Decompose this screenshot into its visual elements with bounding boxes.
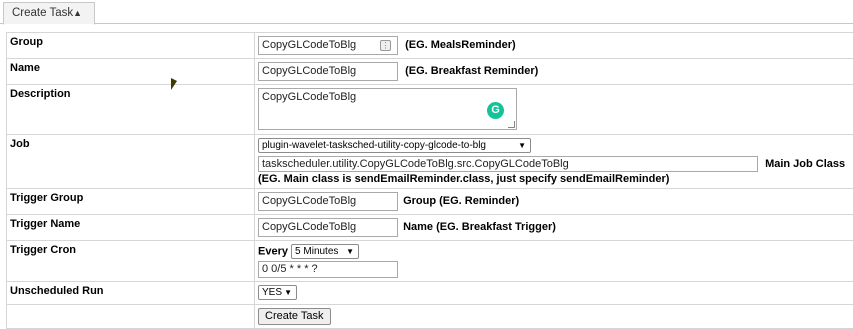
group-label: Group <box>7 33 255 59</box>
description-textarea[interactable]: CopyGLCodeToBlg G <box>258 88 517 130</box>
job-label: Job <box>7 135 255 189</box>
trigger-cron-label: Trigger Cron <box>7 241 255 282</box>
mouse-cursor-icon <box>171 78 177 90</box>
unscheduled-run-select[interactable]: YES▼ <box>258 285 297 300</box>
create-task-button[interactable]: Create Task <box>258 308 331 325</box>
unscheduled-run-value: YES <box>262 287 282 298</box>
cron-input[interactable]: 0 0/5 * * * ? <box>258 261 398 278</box>
group-hint: (EG. MealsReminder) <box>405 39 516 51</box>
tab-label: Create Task <box>12 7 73 19</box>
row-trigger-cron: Trigger Cron Every 5 Minutes ▼ 0 0/5 * * … <box>7 241 853 282</box>
chevron-down-icon: ▼ <box>518 139 526 152</box>
interval-select[interactable]: 5 Minutes ▼ <box>291 244 359 259</box>
interval-value: 5 Minutes <box>295 246 338 257</box>
description-label: Description <box>7 85 255 135</box>
unscheduled-run-label: Unscheduled Run <box>7 282 255 305</box>
row-description: Description CopyGLCodeToBlg G <box>7 85 853 135</box>
every-label: Every <box>258 245 288 257</box>
key-icon[interactable]: ⋮ <box>380 40 391 51</box>
job-select[interactable]: plugin-wavelet-tasksched-utility-copy-gl… <box>258 138 531 153</box>
row-job: Job plugin-wavelet-tasksched-utility-cop… <box>7 135 853 189</box>
row-unscheduled-run: Unscheduled Run YES▼ <box>7 282 853 305</box>
chevron-down-icon: ▼ <box>284 286 292 299</box>
main-job-class-input[interactable]: taskscheduler.utility.CopyGLCodeToBlg.sr… <box>258 156 758 172</box>
row-submit: Create Task <box>7 305 853 329</box>
job-select-value: plugin-wavelet-tasksched-utility-copy-gl… <box>262 140 486 151</box>
trigger-group-hint: Group (EG. Reminder) <box>403 195 519 207</box>
chevron-down-icon: ▼ <box>346 245 354 258</box>
name-label: Name <box>7 59 255 85</box>
tab-bar: Create Task▲ <box>0 0 853 24</box>
row-name: Name CopyGLCodeToBlg (EG. Breakfast Remi… <box>7 59 853 85</box>
trigger-name-input[interactable]: CopyGLCodeToBlg <box>258 218 398 237</box>
job-hint: (EG. Main class is sendEmailReminder.cla… <box>258 173 851 185</box>
row-trigger-name: Trigger Name CopyGLCodeToBlg Name (EG. B… <box>7 215 853 241</box>
trigger-group-label: Trigger Group <box>7 189 255 215</box>
trigger-name-hint: Name (EG. Breakfast Trigger) <box>403 221 556 233</box>
name-input[interactable]: CopyGLCodeToBlg <box>258 62 398 81</box>
group-input[interactable]: CopyGLCodeToBlg ⋮ <box>258 36 398 55</box>
name-hint: (EG. Breakfast Reminder) <box>405 65 538 77</box>
group-input-value: CopyGLCodeToBlg <box>262 39 356 51</box>
create-task-form: Group CopyGLCodeToBlg ⋮ (EG. MealsReminde… <box>6 32 853 329</box>
main-job-class-label: Main Job Class <box>765 158 845 170</box>
trigger-group-input[interactable]: CopyGLCodeToBlg <box>258 192 398 211</box>
row-trigger-group: Trigger Group CopyGLCodeToBlg Group (EG.… <box>7 189 853 215</box>
description-value: CopyGLCodeToBlg <box>262 91 356 103</box>
tab-create-task[interactable]: Create Task▲ <box>3 2 95 25</box>
grammarly-icon[interactable]: G <box>487 102 504 119</box>
row-group: Group CopyGLCodeToBlg ⋮ (EG. MealsReminde… <box>7 33 853 59</box>
resize-grip-icon[interactable] <box>508 121 515 128</box>
sort-arrow-icon: ▲ <box>73 8 82 18</box>
trigger-name-label: Trigger Name <box>7 215 255 241</box>
